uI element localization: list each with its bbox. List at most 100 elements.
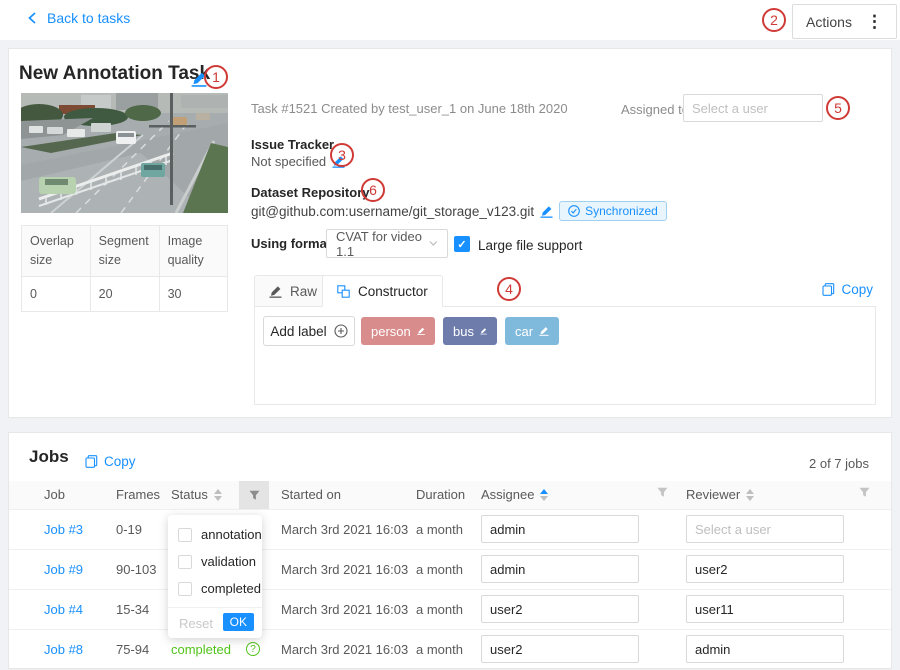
reviewer-filter-button[interactable] [859, 487, 870, 498]
label-chip-car[interactable]: car [505, 317, 559, 345]
annotation-marker-3: 3 [330, 143, 354, 167]
filter-funnel-icon [657, 487, 668, 498]
label-chip-bus[interactable]: bus [443, 317, 497, 345]
edit-label-icon[interactable] [539, 325, 549, 337]
col-duration: Duration [416, 487, 465, 502]
job-reviewer-input[interactable] [686, 635, 844, 663]
issue-tracker-label: Issue Tracker [251, 137, 334, 152]
col-status-sort[interactable]: Status [171, 487, 222, 502]
job-assignee-input[interactable] [481, 635, 639, 663]
task-details-card: New Annotation Task [8, 48, 892, 418]
filter-ok-button[interactable]: OK [223, 613, 254, 631]
col-status-label: Status [171, 487, 208, 502]
checkbox-icon[interactable] [178, 555, 192, 569]
filter-funnel-icon [249, 490, 260, 501]
kebab-menu-icon [866, 12, 883, 32]
sort-carets-icon [746, 489, 754, 501]
copy-icon [822, 283, 835, 296]
param-header-overlap: Overlap size [22, 226, 91, 277]
job-assignee-input[interactable] [481, 595, 639, 623]
col-job: Job [44, 487, 65, 502]
job-frames: 90-103 [116, 562, 156, 577]
assigned-to-input[interactable] [683, 94, 823, 122]
job-frames: 75-94 [116, 642, 149, 657]
label-chip-car-name: car [515, 324, 533, 339]
add-label-text: Add label [270, 324, 326, 339]
labels-copy-label: Copy [841, 282, 873, 297]
jobs-card: Jobs Copy 2 of 7 jobs Job Frames Status … [8, 432, 892, 669]
annotation-marker-5: 5 [826, 96, 850, 120]
job-assignee-input[interactable] [481, 515, 639, 543]
job-started: March 3rd 2021 16:03 [281, 562, 408, 577]
actions-label: Actions [806, 14, 852, 30]
large-file-support-checkbox[interactable] [454, 236, 470, 252]
tab-constructor[interactable]: Constructor [322, 275, 443, 307]
col-assignee-sort[interactable]: Assignee [481, 487, 548, 502]
param-value-segment: 20 [90, 276, 159, 311]
annotation-marker-2: 2 [762, 8, 786, 32]
job-row-2: Job #9 90-103 March 3rd 2021 16:03 a mon… [9, 549, 891, 590]
col-frames: Frames [116, 487, 160, 502]
param-header-segment: Segment size [90, 226, 159, 277]
export-format-select[interactable]: CVAT for video 1.1 [326, 229, 448, 258]
tab-constructor-label: Constructor [358, 284, 428, 299]
col-reviewer-label: Reviewer [686, 487, 740, 502]
back-to-tasks-label: Back to tasks [47, 10, 130, 26]
large-file-support-label: Large file support [478, 238, 582, 253]
filter-option-validation[interactable]: validation [168, 548, 262, 575]
param-value-overlap: 0 [22, 276, 91, 311]
add-label-button[interactable]: Add label [263, 316, 355, 346]
assignee-filter-button[interactable] [657, 487, 668, 498]
task-title: New Annotation Task [19, 63, 210, 85]
using-format-label: Using format: [251, 236, 336, 251]
job-row-4: Job #8 75-94 completed March 3rd 2021 16… [9, 629, 891, 670]
jobs-heading: Jobs [29, 447, 69, 467]
plus-circle-icon [334, 324, 348, 338]
back-to-tasks-link[interactable]: Back to tasks [26, 10, 130, 26]
job-started: March 3rd 2021 16:03 [281, 602, 408, 617]
question-circle-icon[interactable] [246, 642, 260, 656]
filter-option-completed[interactable]: completed [168, 575, 262, 602]
status-filter-button[interactable] [239, 481, 269, 509]
copy-icon [85, 455, 98, 468]
task-preview-image [21, 93, 228, 213]
edit-repository-icon[interactable] [540, 205, 553, 218]
label-chip-bus-name: bus [453, 324, 474, 339]
tab-raw[interactable]: Raw [254, 275, 332, 307]
edit-label-icon[interactable] [480, 325, 487, 337]
job-duration: a month [416, 642, 463, 657]
label-chip-person-name: person [371, 324, 411, 339]
back-arrow-icon [26, 11, 38, 25]
checkbox-icon[interactable] [178, 582, 192, 596]
export-format-value: CVAT for video 1.1 [336, 229, 429, 259]
job-link[interactable]: Job #3 [44, 522, 83, 537]
raw-edit-icon [269, 285, 282, 298]
actions-button[interactable]: Actions [792, 4, 897, 39]
task-parameters-table: Overlap size Segment size Image quality … [21, 225, 228, 312]
check-circle-icon [568, 205, 580, 217]
job-link[interactable]: Job #4 [44, 602, 83, 617]
job-assignee-input[interactable] [481, 555, 639, 583]
col-reviewer-sort[interactable]: Reviewer [686, 487, 754, 502]
status-filter-dropdown: annotation validation completed Reset OK [168, 515, 262, 638]
label-chip-person[interactable]: person [361, 317, 435, 345]
job-link[interactable]: Job #9 [44, 562, 83, 577]
filter-reset-button[interactable]: Reset [179, 616, 213, 631]
jobs-table-header: Job Frames Status Started on Duration As… [9, 481, 891, 510]
filter-option-label: annotation [201, 527, 262, 542]
job-reviewer-input[interactable] [686, 595, 844, 623]
labels-copy-button[interactable]: Copy [822, 282, 873, 297]
edit-label-icon[interactable] [417, 325, 425, 337]
job-link[interactable]: Job #8 [44, 642, 83, 657]
annotation-marker-4: 4 [497, 277, 521, 301]
label-constructor-panel: Add label person bus car [254, 306, 876, 405]
jobs-copy-button[interactable]: Copy [85, 454, 136, 469]
job-reviewer-input[interactable] [686, 515, 844, 543]
filter-option-annotation[interactable]: annotation [168, 521, 262, 548]
jobs-copy-label: Copy [104, 454, 136, 469]
checkbox-icon[interactable] [178, 528, 192, 542]
assigned-to-label: Assigned to [621, 102, 689, 117]
job-row-3: Job #4 15-34 March 3rd 2021 16:03 a mont… [9, 589, 891, 630]
filter-funnel-icon [859, 487, 870, 498]
job-reviewer-input[interactable] [686, 555, 844, 583]
